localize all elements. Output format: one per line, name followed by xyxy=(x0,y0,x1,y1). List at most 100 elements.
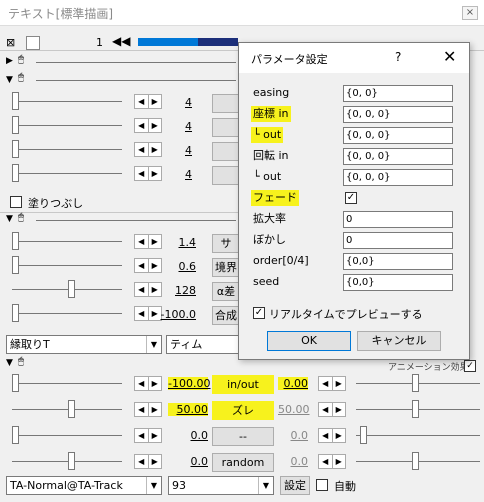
right-arrow-icon[interactable]: ▶ xyxy=(147,377,162,390)
param-button[interactable]: 合成 xyxy=(212,306,240,325)
param-slider-knob[interactable] xyxy=(68,280,75,298)
stepper-arrows[interactable]: ◀ ▶ xyxy=(318,402,346,417)
left-value[interactable]: -100.00 xyxy=(168,377,210,390)
track-right-slider-knob[interactable] xyxy=(412,452,419,470)
param-field[interactable]: {0, 0} xyxy=(343,85,453,102)
track-mode-button[interactable]: random xyxy=(212,453,274,472)
stepper-arrows[interactable]: ◀ ▶ xyxy=(318,428,346,443)
stepper-arrows[interactable]: ◀ ▶ xyxy=(134,454,162,469)
fill-checkbox[interactable] xyxy=(10,196,22,208)
left-arrow-icon[interactable]: ◀ xyxy=(135,95,148,108)
track-left-slider-knob[interactable] xyxy=(12,374,19,392)
param-value[interactable]: 1.4 xyxy=(156,236,197,249)
collapse-down-icon[interactable]: ▼ xyxy=(6,75,13,85)
param-slider-knob[interactable] xyxy=(12,164,19,182)
track-left-slider-knob[interactable] xyxy=(12,426,19,444)
track-mode-button[interactable]: -- xyxy=(212,427,274,446)
right-value[interactable]: 0.00 xyxy=(278,377,308,390)
left-arrow-icon[interactable]: ◀ xyxy=(135,377,148,390)
right-arrow-icon[interactable]: ▶ xyxy=(331,455,346,468)
auto-checkbox[interactable] xyxy=(316,479,328,491)
param-field[interactable]: {0, 0, 0} xyxy=(343,169,453,186)
param-slider-knob[interactable] xyxy=(12,116,19,134)
left-arrow-icon[interactable]: ◀ xyxy=(135,235,148,248)
left-arrow-icon[interactable]: ◀ xyxy=(135,283,148,296)
param-slider-track[interactable] xyxy=(12,265,122,266)
track-left-slider-knob[interactable] xyxy=(68,452,75,470)
stepper-arrows[interactable]: ◀ ▶ xyxy=(318,454,346,469)
track-mode-button[interactable]: in/out xyxy=(212,375,274,394)
right-arrow-icon[interactable]: ▶ xyxy=(147,429,162,442)
param-button[interactable] xyxy=(212,118,240,137)
right-arrow-icon[interactable]: ▶ xyxy=(147,455,162,468)
stepper-arrows[interactable]: ◀ ▶ xyxy=(134,376,162,391)
param-slider-track[interactable] xyxy=(12,125,122,126)
left-value[interactable]: 0.0 xyxy=(168,429,209,442)
right-arrow-icon[interactable]: ▶ xyxy=(331,429,346,442)
right-value[interactable]: 0.0 xyxy=(278,455,309,468)
left-value[interactable]: 50.00 xyxy=(168,403,208,416)
stepper-arrows[interactable]: ◀ ▶ xyxy=(318,376,346,391)
param-field[interactable]: {0,0} xyxy=(343,253,453,270)
right-arrow-icon[interactable]: ▶ xyxy=(331,403,346,416)
stepper-arrows[interactable]: ◀ ▶ xyxy=(134,428,162,443)
param-button[interactable]: サ xyxy=(212,234,240,253)
script-param-select[interactable]: 93 ▼ xyxy=(168,476,274,495)
left-arrow-icon[interactable]: ◀ xyxy=(135,259,148,272)
param-field[interactable]: 0 xyxy=(343,232,453,249)
ok-button[interactable]: OK xyxy=(267,331,351,351)
track-left-slider-track[interactable] xyxy=(12,461,122,462)
frame-icon[interactable]: ⊠ xyxy=(6,36,22,50)
fade-checkbox[interactable]: ✓ xyxy=(345,192,357,204)
left-arrow-icon[interactable]: ◀ xyxy=(135,455,148,468)
left-arrow-icon[interactable]: ◀ xyxy=(135,307,148,320)
param-slider-track[interactable] xyxy=(12,289,122,290)
close-button[interactable]: × xyxy=(462,6,478,20)
right-value[interactable]: 50.00 xyxy=(278,403,310,416)
left-arrow-icon[interactable]: ◀ xyxy=(319,429,332,442)
param-value[interactable]: 0.6 xyxy=(156,260,197,273)
left-arrow-icon[interactable]: ◀ xyxy=(319,377,332,390)
left-arrow-icon[interactable]: ◀ xyxy=(135,403,148,416)
right-value[interactable]: 0.0 xyxy=(278,429,309,442)
collapse-down-icon[interactable]: ▼ xyxy=(6,358,13,368)
left-arrow-icon[interactable]: ◀ xyxy=(135,119,148,132)
font-select[interactable]: ティム xyxy=(166,335,240,354)
param-button[interactable] xyxy=(212,94,240,113)
param-slider-track[interactable] xyxy=(12,241,122,242)
track-left-slider-knob[interactable] xyxy=(68,400,75,418)
param-field[interactable]: {0,0} xyxy=(343,274,453,291)
left-arrow-icon[interactable]: ◀ xyxy=(135,167,148,180)
param-value[interactable]: 4 xyxy=(152,144,192,157)
param-button[interactable] xyxy=(212,166,240,185)
param-field[interactable]: {0, 0, 0} xyxy=(343,148,453,165)
param-slider-track[interactable] xyxy=(12,149,122,150)
stepper-arrows[interactable]: ◀ ▶ xyxy=(134,402,162,417)
param-slider-knob[interactable] xyxy=(12,92,19,110)
track-left-slider-track[interactable] xyxy=(12,435,122,436)
param-slider-track[interactable] xyxy=(12,313,122,314)
left-value[interactable]: 0.0 xyxy=(168,455,209,468)
param-button[interactable]: α差 xyxy=(212,282,240,301)
param-slider-knob[interactable] xyxy=(12,232,19,250)
collapse-down-icon[interactable]: ▼ xyxy=(6,214,13,224)
anim-effect-checkbox[interactable]: ✓ xyxy=(464,360,476,372)
track-mode-button[interactable]: ズレ xyxy=(212,401,274,420)
settings-button[interactable]: 設定 xyxy=(280,476,310,495)
param-value[interactable]: 4 xyxy=(152,120,192,133)
left-arrow-icon[interactable]: ◀ xyxy=(135,429,148,442)
window-icon[interactable] xyxy=(26,36,40,50)
border-style-select[interactable]: 縁取りT ▼ xyxy=(6,335,162,354)
track-right-slider-knob[interactable] xyxy=(360,426,367,444)
expand-right-icon[interactable]: ▶ xyxy=(6,56,13,66)
left-arrow-icon[interactable]: ◀ xyxy=(135,143,148,156)
right-arrow-icon[interactable]: ▶ xyxy=(331,377,346,390)
param-field[interactable]: {0, 0, 0} xyxy=(343,106,453,123)
track-left-slider-track[interactable] xyxy=(12,409,122,410)
param-value[interactable]: 128 xyxy=(156,284,196,297)
dialog-close-button[interactable]: ✕ xyxy=(443,47,456,66)
script-select[interactable]: TA-Normal@TA-Track ▼ xyxy=(6,476,162,495)
param-button[interactable] xyxy=(212,142,240,161)
param-value[interactable]: 4 xyxy=(152,168,192,181)
right-arrow-icon[interactable]: ▶ xyxy=(147,403,162,416)
